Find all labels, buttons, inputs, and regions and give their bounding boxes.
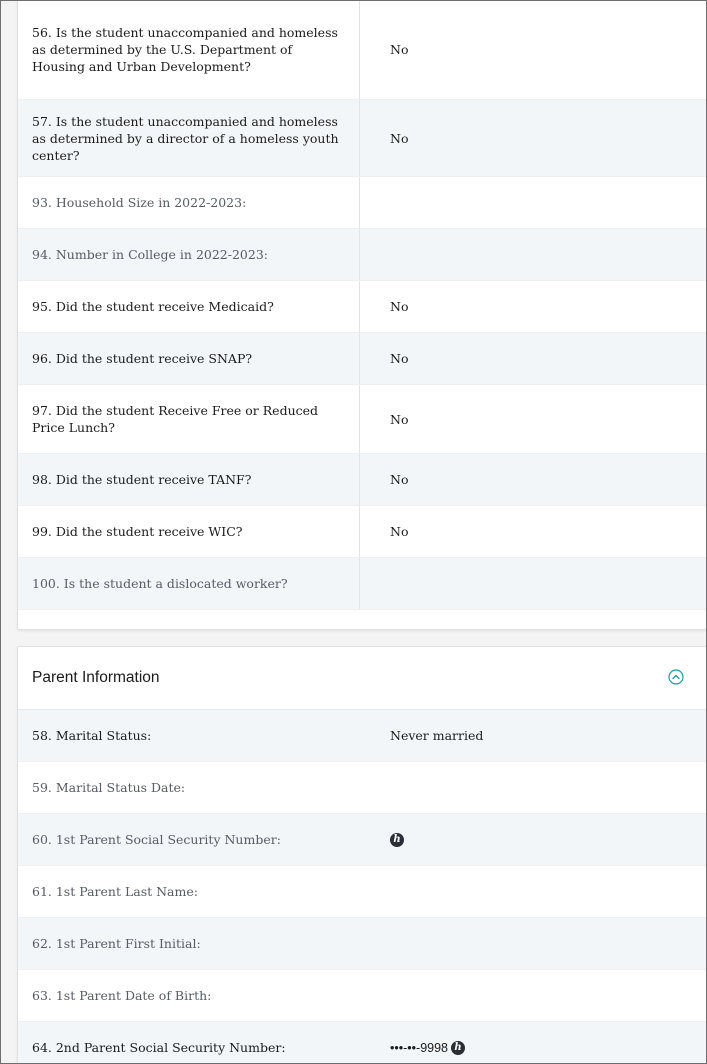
chevron-up-circle-icon[interactable] [668,669,684,685]
table-row: 94. Number in College in 2022-2023: [18,229,706,281]
answer-value: No [390,472,409,487]
question-label: 93. Household Size in 2022-2023: [18,177,360,228]
answer-value [360,918,706,969]
question-label: 57. Is the student unaccompanied and hom… [18,100,360,176]
answer-value [360,762,706,813]
question-label: 99. Did the student receive WIC? [18,506,360,557]
question-label: 94. Number in College in 2022-2023: [18,229,360,280]
answer-value: No [390,42,409,57]
answer-value: h [360,814,706,865]
parent-information-card: Parent Information 58. Marital Status: N… [17,646,706,1063]
answer-value [360,866,706,917]
table-row: 57. Is the student unaccompanied and hom… [18,100,706,177]
answer-value: No [390,130,409,146]
question-label: 95. Did the student receive Medicaid? [18,281,360,332]
answer-value: No [390,299,409,314]
table-row: 99. Did the student receive WIC? No [18,506,706,558]
table-row: 59. Marital Status Date: [18,762,706,814]
answer-value [360,970,706,1021]
question-label: 60. 1st Parent Social Security Number: [32,832,281,847]
question-label: 98. Did the student receive TANF? [18,454,360,505]
table-row: 60. 1st Parent Social Security Number: h [18,814,706,866]
table-row: 58. Marital Status: Never married [18,710,706,762]
answer-value: No [390,524,409,539]
question-label: 58. Marital Status: [32,728,152,743]
table-row: 96. Did the student receive SNAP? No [18,333,706,385]
question-label: 63. 1st Parent Date of Birth: [32,988,212,1003]
masked-ssn: •••-••-9998 [390,1040,449,1055]
table-row: 61. 1st Parent Last Name: [18,866,706,918]
answer-value: No [390,411,409,427]
reveal-ssn-icon[interactable]: h [451,1040,466,1055]
question-label: 56. Is the student unaccompanied and hom… [18,1,360,99]
question-label: 97. Did the student Receive Free or Redu… [18,385,360,453]
answer-value [360,177,706,228]
reveal-ssn-icon[interactable]: h [390,832,404,847]
table-row: 63. 1st Parent Date of Birth: [18,970,706,1022]
student-dependency-card: 56. Is the student unaccompanied and hom… [17,1,706,630]
table-row: 100. Is the student a dislocated worker? [18,558,706,610]
table-row: 56. Is the student unaccompanied and hom… [18,1,706,100]
question-label: 62. 1st Parent First Initial: [32,936,201,951]
question-label: 100. Is the student a dislocated worker? [18,558,360,609]
table-row: 97. Did the student Receive Free or Redu… [18,385,706,454]
answer-value: Never married [390,728,484,743]
table-row: 62. 1st Parent First Initial: [18,918,706,970]
table-row: 98. Did the student receive TANF? No [18,454,706,506]
question-label: 59. Marital Status Date: [32,780,186,795]
answer-value: •••-••-9998 h [360,1022,706,1063]
question-label: 96. Did the student receive SNAP? [18,333,360,384]
section-title: Parent Information [32,669,160,686]
answer-value [360,558,706,609]
section-header[interactable]: Parent Information [18,647,706,710]
table-row: 95. Did the student receive Medicaid? No [18,281,706,333]
table-row: 64. 2nd Parent Social Security Number: •… [18,1022,706,1063]
review-panel: 56. Is the student unaccompanied and hom… [0,0,707,1064]
answer-value [360,229,706,280]
answer-value: No [390,351,409,366]
table-row: 93. Household Size in 2022-2023: [18,177,706,229]
question-label: 64. 2nd Parent Social Security Number: [32,1040,286,1055]
question-label: 61. 1st Parent Last Name: [32,884,198,899]
